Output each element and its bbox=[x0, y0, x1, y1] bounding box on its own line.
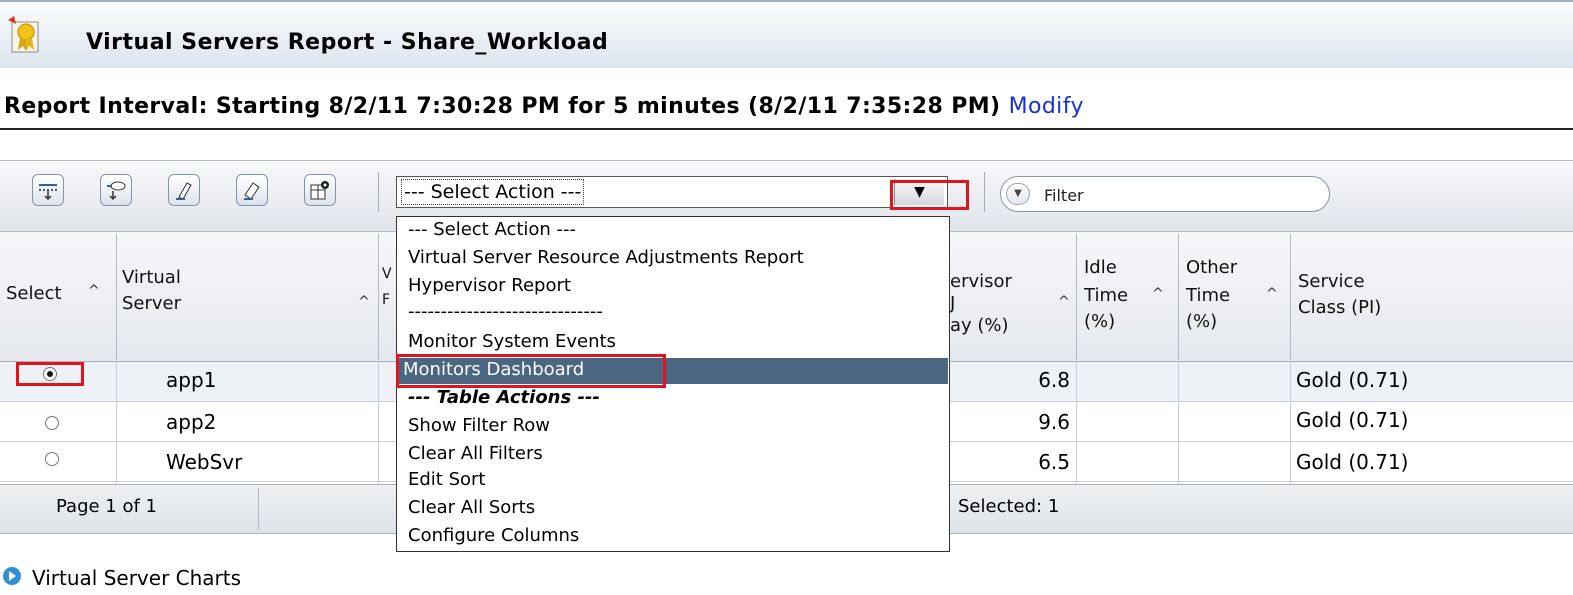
virtual-server-name: WebSvr bbox=[166, 450, 243, 474]
column-header-virtual-server[interactable]: Virtual bbox=[122, 266, 181, 290]
sort-asc-icon: ^ bbox=[1058, 294, 1070, 310]
footer-separator bbox=[258, 488, 259, 530]
report-interval: Report Interval: Starting 8/2/11 7:30:28… bbox=[4, 94, 1084, 119]
filter-placeholder: Filter bbox=[1044, 186, 1084, 205]
highlight-box bbox=[396, 354, 666, 388]
menu-item-clear-all-sorts[interactable]: Clear All Sorts bbox=[408, 496, 535, 520]
menu-item-show-filter-row[interactable]: Show Filter Row bbox=[408, 414, 550, 438]
sort-asc-icon: ^ bbox=[1152, 286, 1164, 302]
column-header-hypervisor[interactable]: ervisor bbox=[950, 270, 1012, 294]
column-separator bbox=[1076, 234, 1077, 360]
column-separator bbox=[1290, 362, 1291, 484]
select-action-value: --- Select Action --- bbox=[401, 179, 585, 205]
column-header-hidden: V bbox=[382, 266, 392, 282]
report-interval-text: Report Interval: Starting 8/2/11 7:30:28… bbox=[4, 94, 1001, 119]
select-action-dropdown[interactable]: --- Select Action --- bbox=[396, 176, 948, 208]
column-separator bbox=[1178, 234, 1179, 360]
sort-asc-icon: ^ bbox=[358, 294, 370, 310]
column-separator bbox=[378, 362, 379, 484]
virtual-server-name: app2 bbox=[166, 410, 217, 434]
hypervisor-value: 6.8 bbox=[1038, 368, 1070, 392]
chevron-down-icon: ▼ bbox=[1014, 188, 1022, 199]
column-header-service-class[interactable]: Service bbox=[1298, 270, 1365, 294]
filter-dropdown-button[interactable]: ▼ bbox=[1006, 183, 1030, 205]
menu-item-configure-columns[interactable]: Configure Columns bbox=[408, 524, 579, 548]
highlight-box bbox=[890, 180, 969, 210]
menu-item-edit-sort[interactable]: Edit Sort bbox=[408, 468, 485, 492]
menu-separator: ------------------------------ bbox=[408, 301, 603, 322]
configure-columns-icon bbox=[310, 181, 329, 200]
show-filter-row-icon bbox=[39, 184, 57, 201]
configure-columns-button[interactable] bbox=[304, 174, 336, 206]
column-separator bbox=[1178, 362, 1179, 484]
modify-link[interactable]: Modify bbox=[1009, 94, 1084, 119]
menu-item-select-action[interactable]: --- Select Action --- bbox=[408, 218, 576, 242]
clear-filters-icon bbox=[107, 181, 126, 201]
menu-item-monitor-system-events[interactable]: Monitor System Events bbox=[408, 330, 616, 354]
hypervisor-value: 6.5 bbox=[1038, 450, 1070, 474]
clear-sorts-button[interactable] bbox=[236, 174, 268, 206]
certificate-icon bbox=[6, 14, 48, 56]
service-class-value: Gold (0.71) bbox=[1296, 368, 1409, 392]
column-separator bbox=[378, 234, 379, 360]
virtual-server-charts-link[interactable]: Virtual Server Charts bbox=[32, 566, 241, 590]
menu-item-clear-all-filters[interactable]: Clear All Filters bbox=[408, 442, 543, 466]
menu-group-table-actions: --- Table Actions --- bbox=[408, 387, 600, 408]
service-class-value: Gold (0.71) bbox=[1296, 408, 1409, 432]
menu-item-hypervisor-report[interactable]: Hypervisor Report bbox=[408, 274, 571, 298]
column-separator bbox=[116, 234, 117, 360]
show-filter-row-button[interactable] bbox=[32, 174, 64, 206]
expand-arrow-icon[interactable] bbox=[2, 566, 22, 586]
virtual-server-name: app1 bbox=[166, 368, 217, 392]
row-select-radio[interactable] bbox=[45, 452, 59, 466]
page-indicator: Page 1 of 1 bbox=[56, 496, 157, 517]
toolbar-separator bbox=[984, 172, 985, 212]
sort-asc-icon: ^ bbox=[1266, 286, 1278, 302]
service-class-value: Gold (0.71) bbox=[1296, 450, 1409, 474]
column-separator bbox=[116, 362, 117, 484]
column-header-other-time[interactable]: Other bbox=[1186, 256, 1237, 280]
edit-sort-button[interactable] bbox=[168, 174, 200, 206]
page-title: Virtual Servers Report - Share_Workload bbox=[86, 30, 609, 55]
toolbar-separator bbox=[378, 172, 379, 212]
highlight-box bbox=[16, 362, 84, 386]
divider bbox=[0, 128, 1573, 130]
row-select-radio[interactable] bbox=[45, 416, 59, 430]
column-header-idle-time[interactable]: Idle bbox=[1084, 256, 1117, 280]
clear-filters-button[interactable] bbox=[100, 174, 132, 206]
sort-asc-icon: ^ bbox=[88, 283, 100, 299]
hypervisor-value: 9.6 bbox=[1038, 410, 1070, 434]
edit-sort-icon bbox=[176, 182, 192, 200]
clear-sorts-icon bbox=[244, 182, 260, 200]
column-separator bbox=[1076, 362, 1077, 484]
menu-item-resource-adjustments-report[interactable]: Virtual Server Resource Adjustments Repo… bbox=[408, 246, 804, 270]
column-separator bbox=[1290, 234, 1291, 360]
selected-count: Selected: 1 bbox=[958, 496, 1060, 517]
column-header-select[interactable]: Select bbox=[6, 282, 62, 306]
